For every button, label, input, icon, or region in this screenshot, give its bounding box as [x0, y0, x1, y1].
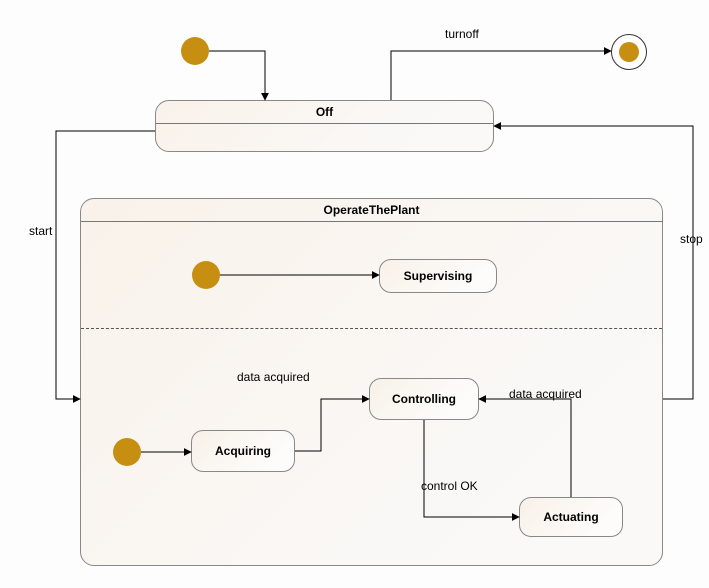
state-acquiring: Acquiring: [191, 430, 295, 472]
state-controlling: Controlling: [369, 378, 479, 420]
transition-label-stop: stop: [680, 232, 703, 246]
state-off-title: Off: [156, 101, 493, 124]
initial-state-region1: [192, 261, 220, 289]
transition-label-data-acquired-1: data acquired: [237, 370, 310, 384]
state-off: Off: [155, 100, 494, 152]
state-actuating: Actuating: [519, 497, 623, 537]
state-actuating-label: Actuating: [543, 510, 598, 524]
final-state: [611, 34, 647, 70]
transition-label-turnoff: turnoff: [445, 27, 479, 41]
state-acquiring-label: Acquiring: [215, 444, 271, 458]
state-controlling-label: Controlling: [392, 392, 456, 406]
state-supervising: Supervising: [379, 259, 497, 293]
initial-state-region2: [113, 438, 141, 466]
state-operate-the-plant-title: OperateThePlant: [81, 199, 662, 222]
state-diagram: Off OperateThePlant Supervising Acquirin…: [0, 0, 709, 588]
transition-label-start: start: [29, 224, 52, 238]
transition-label-data-acquired-2: data acquired: [509, 387, 582, 401]
region-separator: [81, 328, 662, 329]
state-supervising-label: Supervising: [404, 269, 473, 283]
final-state-inner: [619, 42, 639, 62]
initial-state: [181, 37, 209, 65]
transition-label-control-ok: control OK: [421, 479, 478, 493]
